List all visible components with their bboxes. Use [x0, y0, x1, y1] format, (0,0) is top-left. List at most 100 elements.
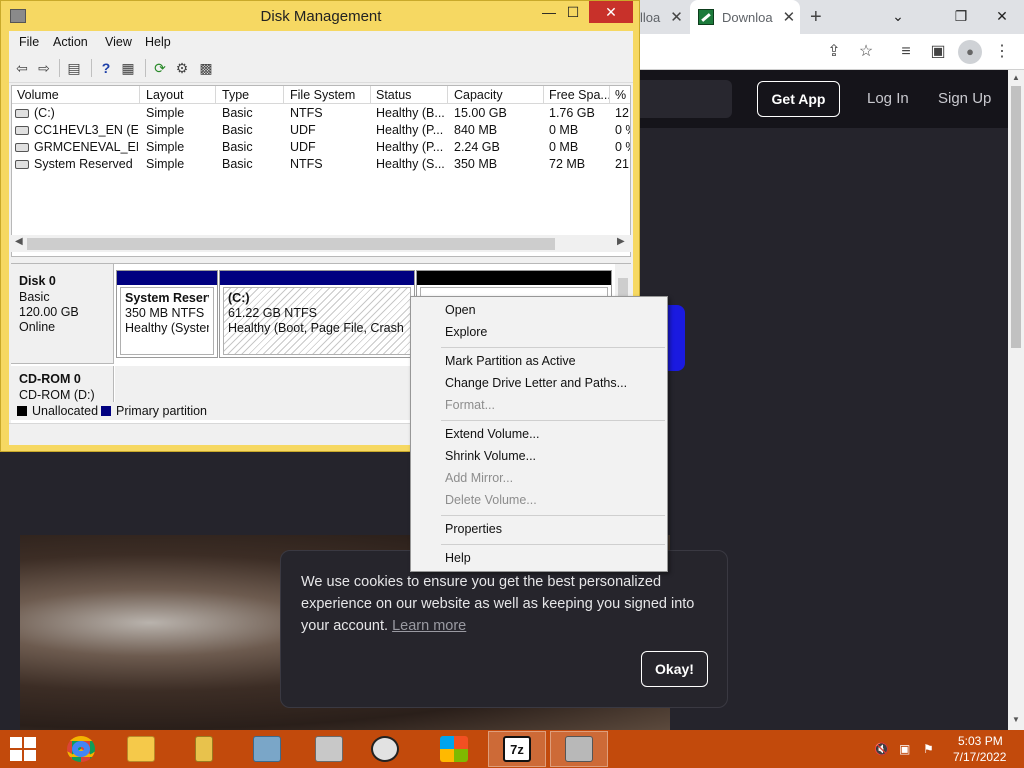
tab-download[interactable]: Downloa ✕: [690, 0, 800, 34]
table-row[interactable]: CC1HEVL3_EN (E:) Simple Basic UDF Health…: [12, 122, 630, 139]
volume-muted-icon[interactable]: 🔇: [874, 742, 889, 756]
column-free-space[interactable]: Free Spa...: [549, 88, 609, 102]
star-icon[interactable]: ☆: [854, 40, 878, 64]
network-icon: [253, 736, 281, 762]
refresh-icon[interactable]: ⟳: [151, 59, 169, 77]
page-scrollbar[interactable]: ▲ ▼: [1008, 70, 1024, 730]
cell-capacity: 2.24 GB: [454, 140, 500, 154]
settings-icon[interactable]: ⚙: [173, 59, 191, 77]
cell-free-space: 1.76 GB: [549, 106, 595, 120]
log-in-link[interactable]: Log In: [867, 90, 909, 107]
reading-list-icon[interactable]: ≡: [894, 40, 918, 64]
learn-more-link[interactable]: Learn more: [392, 618, 466, 634]
menu-item-open[interactable]: Open: [445, 303, 476, 317]
close-icon[interactable]: ✕: [982, 0, 1022, 34]
kebab-menu-icon[interactable]: ⋮: [990, 40, 1014, 64]
menu-separator: [441, 420, 665, 421]
menu-view[interactable]: View: [105, 35, 132, 49]
menu-item-shrink-volume[interactable]: Shrink Volume...: [445, 449, 536, 463]
column-percent-free[interactable]: % F: [615, 88, 630, 102]
okay-button[interactable]: Okay!: [641, 651, 708, 687]
menu-item-change-drive-letter[interactable]: Change Drive Letter and Paths...: [445, 376, 627, 390]
menu-help[interactable]: Help: [145, 35, 171, 49]
cell-percent-free: 0 %: [615, 140, 630, 154]
menu-item-help[interactable]: Help: [445, 551, 471, 565]
close-icon[interactable]: ✕: [670, 8, 683, 26]
clock-time[interactable]: 5:03 PM: [958, 734, 1003, 748]
taskbar-windows-installer[interactable]: [425, 731, 483, 767]
column-file-system[interactable]: File System: [290, 88, 370, 102]
table-row[interactable]: GRMCENEVAL_EN... Simple Basic UDF Health…: [12, 139, 630, 156]
scroll-down-icon[interactable]: ▼: [1008, 715, 1024, 724]
cell-type: Basic: [222, 140, 253, 154]
column-volume[interactable]: Volume: [17, 88, 137, 102]
horizontal-scrollbar[interactable]: ◀ ▶: [11, 235, 631, 252]
show-hide-console-icon[interactable]: ▤: [65, 59, 83, 77]
partition-system-reserved[interactable]: System Reserve 350 MB NTFS Healthy (Syst…: [116, 270, 218, 358]
scroll-up-icon[interactable]: ▲: [1008, 73, 1024, 82]
clock-date[interactable]: 7/17/2022: [953, 750, 1006, 764]
taskbar-file-explorer[interactable]: [112, 731, 170, 767]
scrollbar-thumb[interactable]: [27, 238, 555, 250]
rescan-disks-icon[interactable]: ▩: [197, 59, 215, 77]
taskbar-agent[interactable]: [356, 731, 414, 767]
menu-item-properties[interactable]: Properties: [445, 522, 502, 536]
disk-0-label[interactable]: Disk 0 Basic 120.00 GB Online: [11, 264, 114, 364]
close-icon[interactable]: ✕: [783, 8, 796, 26]
cell-percent-free: 0 %: [615, 123, 630, 137]
column-layout[interactable]: Layout: [146, 88, 216, 102]
menu-item-explore[interactable]: Explore: [445, 325, 487, 339]
table-row[interactable]: (C:) Simple Basic NTFS Healthy (B... 15.…: [12, 105, 630, 122]
network-tray-icon[interactable]: ▣: [899, 742, 913, 756]
share-icon[interactable]: ⇪: [822, 40, 846, 64]
column-type[interactable]: Type: [222, 88, 282, 102]
volume-list[interactable]: Volume Layout Type File System Status Ca…: [11, 85, 631, 257]
taskbar-computer-management[interactable]: [300, 731, 358, 767]
maximize-icon[interactable]: ☐: [561, 1, 585, 23]
cell-layout: Simple: [146, 140, 185, 154]
menu-file[interactable]: File: [19, 35, 39, 49]
restore-icon[interactable]: ❐: [941, 0, 981, 34]
cell-volume: GRMCENEVAL_EN...: [34, 140, 138, 154]
title-bar[interactable]: Disk Management — ☐ ✕: [1, 1, 639, 31]
help-icon[interactable]: ?: [97, 59, 115, 77]
menu-action[interactable]: Action: [53, 35, 88, 49]
scroll-right-icon[interactable]: ▶: [617, 236, 625, 247]
menu-separator: [441, 347, 665, 348]
back-arrow-icon[interactable]: ⇦: [13, 59, 31, 77]
new-tab-button[interactable]: +: [810, 0, 834, 34]
forward-arrow-icon[interactable]: ⇨: [35, 59, 53, 77]
taskbar-disk-management[interactable]: [550, 731, 608, 767]
chevron-down-icon[interactable]: ⌄: [878, 0, 918, 34]
action-center-flag-icon[interactable]: ⚑: [923, 742, 937, 756]
table-row[interactable]: System Reserved Simple Basic NTFS Health…: [12, 156, 630, 173]
menu-item-mark-active[interactable]: Mark Partition as Active: [445, 354, 576, 368]
column-status[interactable]: Status: [376, 88, 446, 102]
profile-avatar-icon[interactable]: ●: [958, 40, 982, 64]
archive-icon: [195, 736, 213, 762]
taskbar-chrome[interactable]: [52, 731, 110, 767]
column-capacity[interactable]: Capacity: [454, 88, 544, 102]
scroll-left-icon[interactable]: ◀: [15, 236, 23, 247]
taskbar-network[interactable]: [238, 731, 296, 767]
menu-bar: File Action View Help: [9, 31, 633, 53]
menu-item-extend-volume[interactable]: Extend Volume...: [445, 427, 540, 441]
properties-icon[interactable]: ▦: [119, 59, 137, 77]
cell-volume: (C:): [34, 106, 55, 120]
cdrom-0-label[interactable]: CD-ROM 0 CD-ROM (D:): [11, 366, 114, 406]
partition-c[interactable]: (C:) 61.22 GB NTFS Healthy (Boot, Page F…: [219, 270, 415, 358]
tab-partial[interactable]: lloa ✕: [638, 0, 688, 34]
get-app-button[interactable]: Get App: [757, 81, 840, 117]
cell-type: Basic: [222, 106, 253, 120]
menu-item-delete-volume: Delete Volume...: [445, 493, 537, 507]
close-icon[interactable]: ✕: [589, 1, 633, 23]
sign-up-link[interactable]: Sign Up: [938, 90, 991, 107]
start-windows-icon[interactable]: [10, 737, 36, 761]
taskbar-archive[interactable]: [175, 731, 233, 767]
cell-capacity: 840 MB: [454, 123, 498, 137]
minimize-icon[interactable]: —: [537, 1, 561, 23]
taskbar-7zip[interactable]: 7z: [488, 731, 546, 767]
side-panel-icon[interactable]: ▣: [926, 40, 950, 64]
disk-0-size: 120.00 GB: [19, 305, 79, 319]
scrollbar-thumb[interactable]: [1011, 86, 1021, 348]
